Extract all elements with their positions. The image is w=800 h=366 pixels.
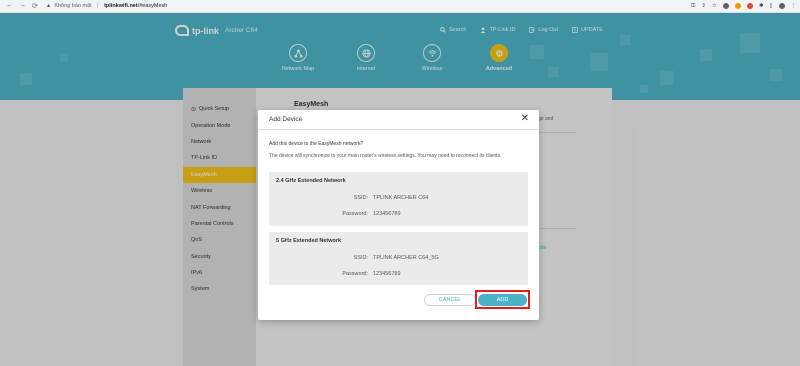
dialog-header: Add Device ✕ <box>258 110 539 130</box>
dialog-title: Add Device <box>269 116 303 123</box>
extension-icon[interactable] <box>722 3 729 9</box>
extension-icon[interactable] <box>734 3 741 9</box>
ssid-value: TPLINK ARCHER C64_5G <box>373 255 439 261</box>
puzzle-icon[interactable]: ✱ <box>759 3 764 9</box>
security-warning[interactable]: ▲ Không bảo mật | <box>46 3 100 9</box>
password-value: 123456789 <box>373 271 401 277</box>
ssid-value: TPLINK ARCHER C64 <box>373 195 429 201</box>
password-value: 123456789 <box>373 211 401 217</box>
network-24ghz-panel: 2.4 GHz Extended Network SSID: TPLINK AR… <box>269 172 528 226</box>
share-icon[interactable]: ⇪ <box>701 3 706 9</box>
cancel-button[interactable]: CANCEL <box>424 294 476 306</box>
ssid-label: SSID: <box>353 195 368 201</box>
add-button[interactable]: ADD <box>478 294 527 306</box>
ssid-label: SSID: <box>353 255 368 261</box>
security-warning-text: Không bảo mật <box>54 3 92 9</box>
browser-nav: ← → ⟳ <box>6 2 38 10</box>
network-5ghz-panel: 5 GHz Extended Network SSID: TPLINK ARCH… <box>269 232 528 285</box>
key-icon[interactable]: ⚿ <box>691 3 695 10</box>
extension-icon[interactable] <box>746 3 753 9</box>
bookmark-star-icon[interactable]: ☆ <box>712 3 717 9</box>
browser-toolbar: ← → ⟳ ▲ Không bảo mật | tplinkwifi.net/#… <box>0 0 800 13</box>
password-label: Password: <box>342 271 368 277</box>
network-24ghz-title: 2.4 GHz Extended Network <box>276 178 346 184</box>
password-label: Password: <box>342 211 368 217</box>
close-icon[interactable]: ✕ <box>521 113 529 124</box>
dialog-description: The device will synchronize to your main… <box>269 153 502 159</box>
url-path: /#easyMesh <box>137 3 168 9</box>
separator: | <box>96 3 99 9</box>
menu-dots-icon[interactable]: ⋮ <box>791 3 797 9</box>
sidepanel-icon[interactable]: ▯ <box>769 3 772 9</box>
back-icon[interactable]: ← <box>6 2 13 10</box>
network-5ghz-title: 5 GHz Extended Network <box>276 238 342 244</box>
warning-icon: ▲ <box>45 3 52 9</box>
profile-avatar[interactable] <box>778 3 785 9</box>
add-device-dialog: Add Device ✕ Add this device to the Easy… <box>258 110 539 320</box>
browser-extensions: ⚿ ⇪ ☆ ✱ ▯ ⋮ <box>691 3 796 10</box>
address-bar[interactable]: tplinkwifi.net/#easyMesh <box>104 3 167 9</box>
dialog-prompt: Add this device to the EasyMesh network? <box>269 141 364 147</box>
url-host: tplinkwifi.net <box>104 3 138 9</box>
reload-icon[interactable]: ⟳ <box>32 2 38 10</box>
forward-icon[interactable]: → <box>19 2 26 10</box>
